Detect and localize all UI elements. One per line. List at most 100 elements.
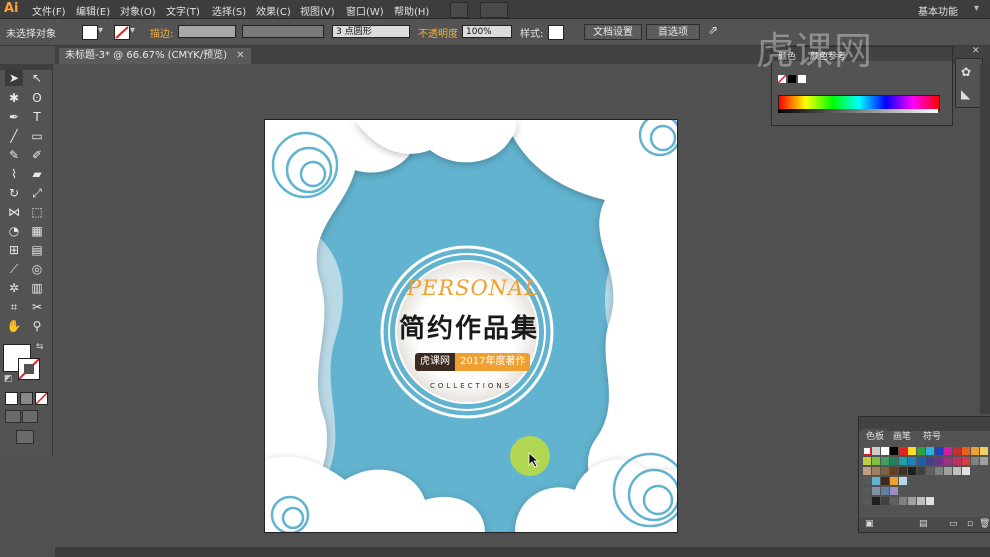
chevron-down-icon[interactable]: ▾ <box>130 25 135 36</box>
pen-tool-icon[interactable]: ✒ <box>5 109 23 125</box>
white-color-chip[interactable] <box>798 75 806 83</box>
menu-select[interactable]: 选择(S) <box>212 3 246 18</box>
selection-tool-icon[interactable]: ➤ <box>5 70 23 86</box>
artwork-title: 简约作品集 <box>398 314 539 344</box>
artboard-tool-icon[interactable]: ⌗ <box>5 299 23 315</box>
color-mode-icon[interactable] <box>5 392 18 405</box>
chevron-down-icon[interactable]: ▾ <box>98 25 103 36</box>
swatch-grid[interactable] <box>863 447 989 517</box>
none-color-chip[interactable] <box>777 74 787 84</box>
menu-window[interactable]: 窗口(W) <box>346 3 384 18</box>
line-tool-icon[interactable]: ╱ <box>5 128 23 144</box>
type-tool-icon[interactable]: T <box>28 109 46 125</box>
arrange-documents-icon[interactable] <box>480 2 508 18</box>
menu-file[interactable]: 文件(F) <box>32 3 66 18</box>
perspective-grid-tool-icon[interactable]: ▦ <box>28 223 46 239</box>
gradient-panel-icon[interactable]: ◣ <box>961 87 977 101</box>
fill-color-swatch[interactable] <box>82 25 98 40</box>
swatch-library-icon[interactable]: ▣ <box>865 519 874 529</box>
close-icon[interactable]: ✕ <box>972 46 980 56</box>
draw-behind-icon[interactable] <box>22 410 38 423</box>
tab-symbols[interactable]: 符号 <box>923 429 941 442</box>
new-swatch-icon[interactable]: ▫ <box>967 519 973 529</box>
graphic-style-swatch[interactable] <box>548 25 564 40</box>
artwork-personal-text: PERSONAL <box>406 276 540 300</box>
document-tab[interactable]: 未标题-3* @ 66.67% (CMYK/预览) ✕ <box>59 48 251 64</box>
document-tab-title: 未标题-3* @ 66.67% (CMYK/预览) <box>65 50 228 61</box>
menu-effect[interactable]: 效果(C) <box>256 3 291 18</box>
menu-edit[interactable]: 编辑(E) <box>76 3 110 18</box>
zoom-tool-icon[interactable]: ⚲ <box>28 318 46 334</box>
opacity-field[interactable]: 100% <box>462 25 512 38</box>
delete-swatch-icon[interactable]: 🗑 <box>979 519 990 529</box>
mesh-tool-icon[interactable]: ⊞ <box>5 242 23 258</box>
transform-icon[interactable]: ⇗ <box>708 23 718 37</box>
none-stroke-icon <box>18 358 40 380</box>
default-colors-icon[interactable]: ◩ <box>4 374 13 384</box>
tab-swatches[interactable]: 色板 <box>863 429 888 442</box>
width-tool-icon[interactable]: ⋈ <box>5 204 23 220</box>
swatches-footer: ▣ ▤ ▭ ▫ 🗑 <box>859 517 990 532</box>
stroke-label[interactable]: 描边: <box>150 25 173 40</box>
gradient-tool-icon[interactable]: ▤ <box>28 242 46 258</box>
rotate-tool-icon[interactable]: ↻ <box>5 185 23 201</box>
hand-tool-icon[interactable]: ✋ <box>5 318 23 334</box>
artboard[interactable]: PERSONAL 简约作品集 虎课网 2017年度著作 COLLECTIONS <box>264 119 678 533</box>
none-mode-icon[interactable] <box>35 392 48 405</box>
shape-builder-tool-icon[interactable]: ◔ <box>5 223 23 239</box>
menu-type[interactable]: 文字(T) <box>166 3 200 18</box>
document-setup-button[interactable]: 文档设置 <box>584 24 642 40</box>
preferences-button[interactable]: 首选项 <box>646 24 700 40</box>
tools-panel: ➤ ↖ ✱ ʘ ✒ T ╱ ▭ ✎ ✐ ⌇ ▰ ↻ ⤢ ⋈ ⬚ ◔ ▦ ⊞ ▤ … <box>0 64 53 456</box>
swap-fill-stroke-icon[interactable]: ⇆ <box>36 342 44 352</box>
workspace-switcher[interactable]: 基本功能 <box>918 3 958 18</box>
palette-icon[interactable]: ✿ <box>961 65 977 79</box>
draw-normal-icon[interactable] <box>5 410 21 423</box>
lasso-tool-icon[interactable]: ʘ <box>28 90 46 106</box>
paintbrush-tool-icon[interactable]: ✎ <box>5 147 23 163</box>
blob-brush-tool-icon[interactable]: ⌇ <box>5 166 23 182</box>
tint-ramp[interactable] <box>778 109 938 113</box>
artwork-subtitle: COLLECTIONS <box>429 382 513 390</box>
none-slash-icon <box>35 392 48 405</box>
blend-tool-icon[interactable]: ◎ <box>28 261 46 277</box>
stroke-weight-field[interactable] <box>178 25 236 38</box>
new-color-group-icon[interactable]: ▭ <box>949 519 958 529</box>
direct-selection-tool-icon[interactable]: ↖ <box>28 70 46 86</box>
screen-mode-icon[interactable] <box>16 430 34 444</box>
vertical-scrollbar[interactable] <box>980 64 990 414</box>
menu-object[interactable]: 对象(O) <box>120 3 156 18</box>
bottom-left-area <box>0 456 52 557</box>
free-transform-tool-icon[interactable]: ⬚ <box>28 204 46 220</box>
scale-tool-icon[interactable]: ⤢ <box>28 185 46 201</box>
close-icon[interactable]: ✕ <box>236 50 244 61</box>
stroke-color-swatch[interactable] <box>114 25 130 40</box>
swatch-options-icon[interactable]: ▤ <box>919 519 928 529</box>
artwork-right-tag: 2017年度著作 <box>455 353 531 371</box>
menu-view[interactable]: 视图(V) <box>300 3 335 18</box>
magic-wand-tool-icon[interactable]: ✱ <box>5 90 23 106</box>
stroke-swatch[interactable] <box>18 358 40 380</box>
opacity-label[interactable]: 不透明度 <box>418 25 458 40</box>
status-bar <box>55 547 990 557</box>
rectangle-tool-icon[interactable]: ▭ <box>28 128 46 144</box>
brush-definition-select[interactable]: 3 点圆形 <box>332 25 410 38</box>
none-stroke-icon <box>115 26 129 39</box>
variable-width-profile[interactable] <box>242 25 324 38</box>
tab-brushes[interactable]: 画笔 <box>893 429 911 442</box>
slice-tool-icon[interactable]: ✂ <box>28 299 46 315</box>
bridge-icon[interactable] <box>450 2 468 18</box>
artwork-left-tag: 虎课网 <box>415 353 455 371</box>
pencil-tool-icon[interactable]: ✐ <box>28 147 46 163</box>
swatches-panel-header: 色板 画笔 符号 <box>859 417 990 442</box>
eyedropper-tool-icon[interactable]: ⟋ <box>5 261 23 277</box>
artwork-tags: 虎课网 2017年度著作 <box>415 353 531 371</box>
symbol-sprayer-tool-icon[interactable]: ✲ <box>5 280 23 296</box>
app-logo: Ai <box>4 1 19 16</box>
gradient-mode-icon[interactable] <box>20 392 33 405</box>
chevron-down-icon[interactable]: ▾ <box>974 3 979 14</box>
eraser-tool-icon[interactable]: ▰ <box>28 166 46 182</box>
column-graph-tool-icon[interactable]: ▥ <box>28 280 46 296</box>
black-color-chip[interactable] <box>788 75 796 83</box>
menu-help[interactable]: 帮助(H) <box>394 3 429 18</box>
